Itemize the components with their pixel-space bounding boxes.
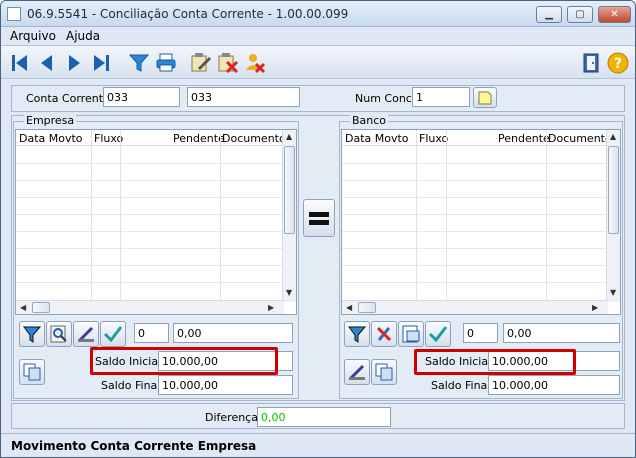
banco-grid[interactable]: Data Movto Fluxo Pendente Documento ▲ ▼ … — [341, 129, 621, 315]
print-icon[interactable] — [154, 51, 178, 75]
close-button[interactable]: ✕ — [598, 6, 631, 23]
empresa-count-field[interactable]: 0 — [134, 323, 169, 343]
conta-corrente-name-field[interactable]: 033 — [187, 87, 300, 107]
empresa-filter-button[interactable] — [19, 321, 45, 347]
banco-count-field[interactable]: 0 — [463, 323, 498, 343]
exit-door-icon[interactable] — [579, 51, 603, 75]
empresa-total-field[interactable]: 0,00 — [173, 323, 293, 343]
svg-text:?: ? — [614, 56, 622, 72]
banco-unlink-button[interactable] — [371, 321, 397, 347]
filter-icon[interactable] — [127, 51, 151, 75]
empresa-saldo-final-label: Saldo Final: — [101, 379, 165, 392]
title-bar: 06.9.5541 - Conciliação Conta Corrente -… — [1, 1, 635, 27]
column-fluxo[interactable]: Fluxo — [94, 132, 123, 145]
banco-import-button[interactable] — [398, 321, 424, 347]
pencil-icon — [77, 326, 94, 343]
num-concil-field[interactable]: 1 — [412, 87, 470, 107]
empresa-edit-button[interactable] — [73, 321, 99, 347]
note-icon — [478, 91, 492, 104]
column-pendente[interactable]: Pendente — [498, 132, 550, 145]
app-icon — [7, 7, 21, 21]
empresa-highlight-box — [90, 347, 278, 375]
diferenca-label: Diferença: — [205, 411, 262, 424]
banco-grid-header: Data Movto Fluxo Pendente Documento — [342, 130, 620, 146]
copy-records-icon — [375, 363, 393, 381]
magnifier-icon — [50, 325, 67, 343]
diferenca-field[interactable]: 0,00 — [257, 407, 391, 427]
banco-vertical-scrollbar[interactable]: ▲ ▼ — [606, 130, 620, 302]
empresa-grid[interactable]: Data Movto Fluxo Pendente Documento ▲ ▼ … — [15, 129, 297, 315]
minimize-button[interactable]: ▁ — [536, 6, 562, 23]
column-documento[interactable]: Documento — [222, 132, 286, 145]
checkmark-icon — [428, 326, 448, 343]
edit-records-icon[interactable] — [189, 51, 213, 75]
empresa-search-button[interactable] — [46, 321, 72, 347]
next-record-icon[interactable] — [62, 51, 86, 75]
menu-ajuda[interactable]: Ajuda — [66, 29, 100, 43]
user-delete-icon[interactable] — [243, 51, 267, 75]
banco-filter-button[interactable] — [344, 321, 370, 347]
column-data-movto[interactable]: Data Movto — [345, 132, 409, 145]
checkmark-icon — [103, 326, 123, 343]
banco-horizontal-scrollbar[interactable]: ◀ ▶ — [342, 300, 608, 314]
copy-records-icon — [23, 363, 41, 381]
column-pendente[interactable]: Pendente — [173, 132, 225, 145]
status-text: Movimento Conta Corrente Empresa — [11, 439, 257, 453]
window-title: 06.9.5541 - Conciliação Conta Corrente -… — [27, 7, 349, 21]
empresa-copy-button[interactable] — [19, 359, 45, 385]
previous-record-icon[interactable] — [35, 51, 59, 75]
main-window: 06.9.5541 - Conciliação Conta Corrente -… — [0, 0, 636, 458]
column-documento[interactable]: Documento — [548, 132, 612, 145]
menu-bar: Arquivo Ajuda — [1, 27, 635, 45]
reconcile-equal-button[interactable] — [303, 199, 335, 237]
empresa-saldo-final-field[interactable]: 10.000,00 — [158, 375, 293, 395]
equals-icon — [309, 211, 329, 217]
banco-edit-button[interactable] — [344, 359, 370, 385]
unlink-icon — [376, 326, 392, 342]
empresa-confirm-button[interactable] — [100, 321, 126, 347]
maximize-button[interactable]: ▢ — [567, 6, 593, 23]
banco-highlight-box — [414, 349, 576, 375]
filter-icon — [23, 326, 42, 343]
banco-total-field[interactable]: 0,00 — [503, 323, 620, 343]
last-record-icon[interactable] — [89, 51, 113, 75]
conta-corrente-label: Conta Corrente: — [26, 92, 114, 105]
column-data-movto[interactable]: Data Movto — [19, 132, 83, 145]
banco-copy-button[interactable] — [371, 359, 397, 385]
empresa-title: Empresa — [24, 114, 77, 127]
toolbar: ? — [1, 45, 635, 79]
menu-arquivo[interactable]: Arquivo — [10, 29, 56, 43]
banco-saldo-final-label: Saldo Final: — [431, 379, 495, 392]
help-icon[interactable]: ? — [606, 51, 630, 75]
new-concil-button[interactable] — [473, 87, 497, 108]
filter-icon — [348, 326, 367, 343]
banco-title: Banco — [350, 114, 389, 127]
status-bar: Movimento Conta Corrente Empresa — [1, 433, 635, 457]
banco-saldo-final-field[interactable]: 10.000,00 — [488, 375, 620, 395]
first-record-icon[interactable] — [8, 51, 32, 75]
empresa-grid-header: Data Movto Fluxo Pendente Documento — [16, 130, 296, 146]
banco-confirm-button[interactable] — [425, 321, 451, 347]
delete-records-icon[interactable] — [216, 51, 240, 75]
empresa-horizontal-scrollbar[interactable]: ◀ ▶ — [16, 300, 284, 314]
pencil-icon — [348, 364, 365, 381]
empresa-vertical-scrollbar[interactable]: ▲ ▼ — [282, 130, 296, 302]
import-document-icon — [402, 325, 420, 343]
conta-corrente-code-field[interactable]: 033 — [103, 87, 180, 107]
column-fluxo[interactable]: Fluxo — [419, 132, 448, 145]
